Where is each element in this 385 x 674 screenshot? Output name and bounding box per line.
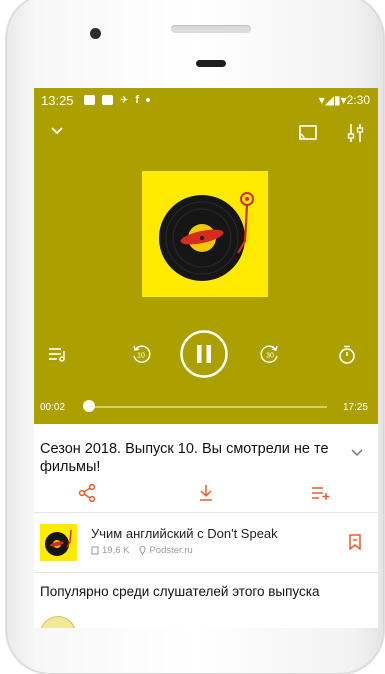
podcast-thumbnail[interactable]	[40, 524, 77, 561]
status-indicators: ▾◢▮▾2:30	[318, 93, 370, 107]
divider	[34, 572, 378, 573]
svg-text:10: 10	[137, 353, 145, 360]
progress-thumb[interactable]	[82, 400, 95, 412]
facebook-icon: f	[135, 94, 140, 106]
rewind-10-icon[interactable]: 10	[131, 344, 151, 364]
episode-title: Сезон 2018. Выпуск 10. Вы смотрели не те…	[40, 441, 329, 475]
forward-30-icon[interactable]: 30	[260, 344, 280, 364]
podcast-cover-art	[142, 171, 268, 297]
podcast-name[interactable]: Учим английский с Don't Speak	[91, 526, 278, 541]
dot-icon	[146, 98, 151, 102]
status-bar: 13:25 ✈ f ▾◢▮▾2:30	[34, 88, 378, 112]
bookmark-icon[interactable]	[349, 534, 361, 555]
elapsed-time: 00:02	[40, 402, 66, 413]
add-to-queue-icon[interactable]	[311, 485, 331, 506]
player-panel: 13:25 ✈ f ▾◢▮▾2:30 10 30 00:02 17:25	[34, 88, 378, 424]
phone-screen: 13:25 ✈ f ▾◢▮▾2:30 10 30 00:02 17:25 Сез…	[34, 88, 378, 628]
episode-info: Сезон 2018. Выпуск 10. Вы смотрели не те…	[34, 424, 378, 628]
playlist-icon[interactable]	[48, 346, 66, 362]
divider	[34, 512, 378, 513]
status-time: 13:25	[41, 93, 74, 108]
pause-button[interactable]	[180, 330, 228, 378]
podcast-source: Podster.ru	[139, 545, 193, 556]
notification-icon	[84, 95, 95, 105]
svg-text:30: 30	[266, 353, 274, 360]
speaker-grille	[171, 25, 251, 33]
front-camera	[90, 28, 101, 39]
share-icon[interactable]	[78, 483, 96, 507]
total-time: 17:25	[342, 402, 368, 413]
wind-icon: ✈	[120, 94, 129, 106]
cast-icon[interactable]	[298, 125, 318, 141]
location-pin-icon	[139, 546, 146, 555]
expand-chevron-icon[interactable]	[351, 444, 363, 462]
download-icon[interactable]	[198, 484, 214, 507]
image-notification-icon	[102, 95, 113, 105]
progress-track[interactable]	[84, 406, 327, 408]
popular-section-title: Популярно среди слушателей этого выпуска	[40, 584, 320, 599]
podcast-meta: 19,6 K Podster.ru	[91, 545, 193, 556]
listens-count: 19,6 K	[91, 545, 129, 556]
sleep-timer-icon[interactable]	[338, 345, 356, 365]
equalizer-icon[interactable]	[347, 123, 365, 143]
bookmark-small-icon	[91, 546, 99, 555]
status-notification-icons: ✈ f	[84, 94, 151, 106]
collapse-chevron-icon[interactable]	[50, 126, 64, 140]
earpiece	[196, 60, 226, 67]
popular-item-thumbnail[interactable]	[40, 616, 76, 628]
